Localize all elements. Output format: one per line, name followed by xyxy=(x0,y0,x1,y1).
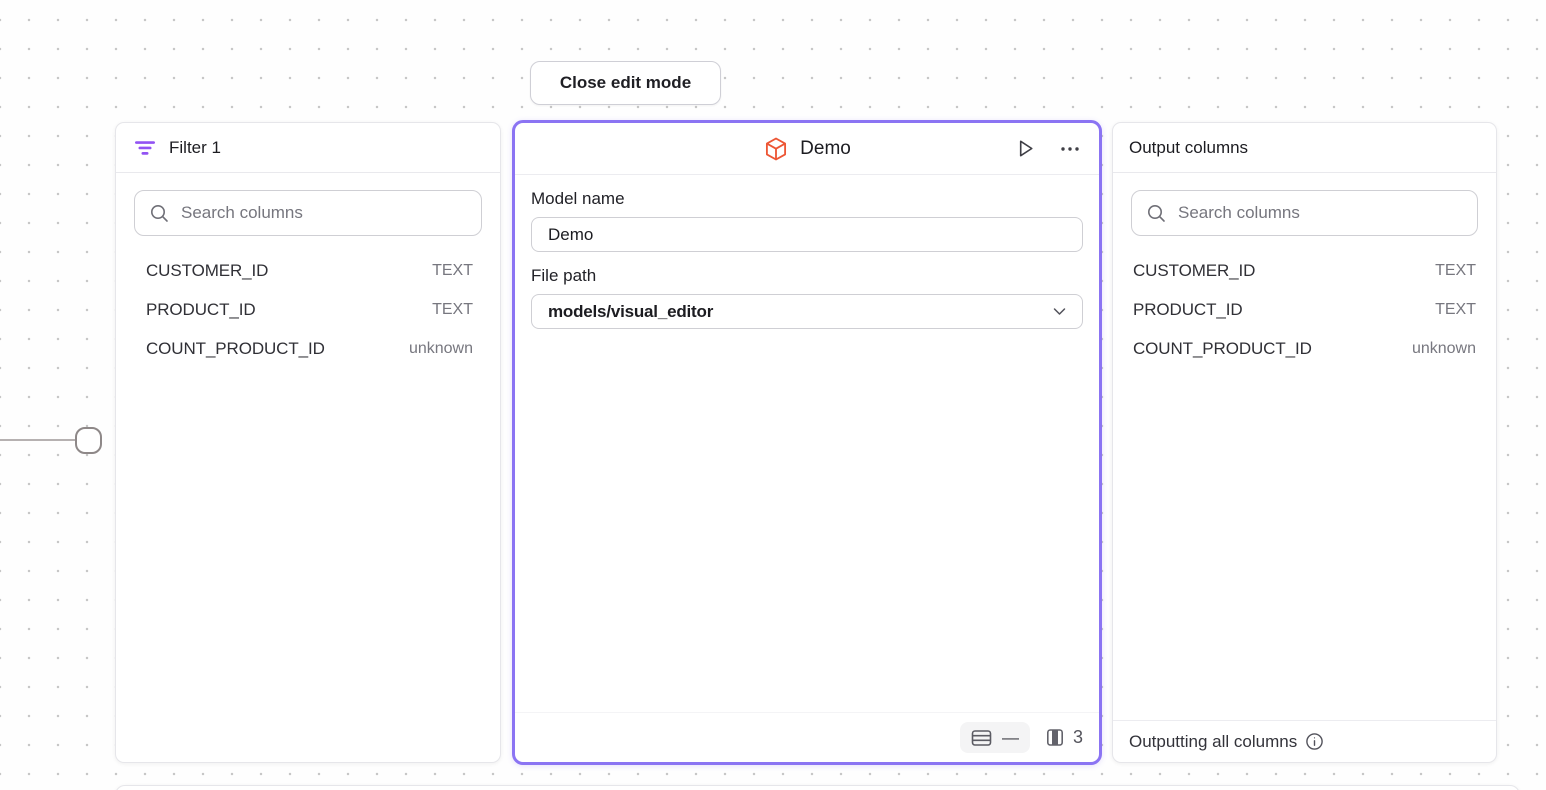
column-type: TEXT xyxy=(432,301,473,319)
model-panel-header: Demo xyxy=(515,123,1099,175)
edge-connector-handle[interactable] xyxy=(75,427,102,454)
info-icon[interactable] xyxy=(1305,732,1324,751)
column-type: unknown xyxy=(409,340,473,358)
filter-panel-header: Filter 1 xyxy=(116,123,500,173)
model-name-input[interactable] xyxy=(531,217,1083,252)
model-panel-title: Demo xyxy=(800,138,851,160)
file-path-select[interactable]: models/visual_editor xyxy=(531,294,1083,329)
output-footer: Outputting all columns xyxy=(1113,720,1496,762)
model-name-label: Model name xyxy=(531,189,1083,209)
filter-icon xyxy=(134,139,156,157)
model-cube-icon xyxy=(763,136,789,162)
row-count-value: — xyxy=(1002,728,1019,748)
filter-column-list: CUSTOMER_ID TEXT PRODUCT_ID TEXT COUNT_P… xyxy=(116,246,500,368)
column-type: TEXT xyxy=(1435,262,1476,280)
output-footer-text: Outputting all columns xyxy=(1129,732,1297,752)
columns-icon xyxy=(1046,728,1064,747)
filter-node-panel: Filter 1 CUSTOMER_ID TEXT PRODUCT_ID TEX… xyxy=(115,122,501,763)
output-column-list: CUSTOMER_ID TEXT PRODUCT_ID TEXT COUNT_P… xyxy=(1113,246,1496,368)
column-name: COUNT_PRODUCT_ID xyxy=(146,339,325,359)
output-panel-title: Output columns xyxy=(1129,138,1248,158)
column-row[interactable]: PRODUCT_ID TEXT xyxy=(146,290,473,329)
search-icon xyxy=(150,204,169,223)
column-type: TEXT xyxy=(1435,301,1476,319)
bottom-panel xyxy=(115,785,1520,790)
column-row[interactable]: CUSTOMER_ID TEXT xyxy=(1133,251,1476,290)
file-path-label: File path xyxy=(531,266,1083,286)
rows-icon xyxy=(971,729,992,747)
chevron-down-icon xyxy=(1053,307,1066,316)
column-name: PRODUCT_ID xyxy=(146,300,256,320)
filter-search-input[interactable] xyxy=(181,203,466,223)
output-search-input[interactable] xyxy=(1178,203,1462,223)
output-search-box[interactable] xyxy=(1131,190,1478,236)
output-panel-header: Output columns xyxy=(1113,123,1496,173)
file-path-value: models/visual_editor xyxy=(548,302,713,322)
column-row[interactable]: COUNT_PRODUCT_ID unknown xyxy=(146,329,473,368)
filter-panel-title: Filter 1 xyxy=(169,138,221,158)
edge-connector-line xyxy=(0,439,77,441)
column-count-stat[interactable]: 3 xyxy=(1046,727,1083,748)
more-options-button[interactable] xyxy=(1057,143,1083,155)
column-row[interactable]: COUNT_PRODUCT_ID unknown xyxy=(1133,329,1476,368)
search-icon xyxy=(1147,204,1166,223)
column-count-value: 3 xyxy=(1073,727,1083,748)
close-edit-mode-button[interactable]: Close edit mode xyxy=(530,61,721,105)
column-type: unknown xyxy=(1412,340,1476,358)
column-name: CUSTOMER_ID xyxy=(1133,261,1255,281)
row-count-stat[interactable]: — xyxy=(960,722,1030,753)
column-name: COUNT_PRODUCT_ID xyxy=(1133,339,1312,359)
column-type: TEXT xyxy=(432,262,473,280)
column-name: CUSTOMER_ID xyxy=(146,261,268,281)
filter-search-box[interactable] xyxy=(134,190,482,236)
model-node-panel: Demo Model name File path models/visual_… xyxy=(512,120,1102,765)
model-footer: — 3 xyxy=(515,712,1099,762)
run-model-button[interactable] xyxy=(1012,135,1039,162)
column-name: PRODUCT_ID xyxy=(1133,300,1243,320)
output-columns-panel: Output columns CUSTOMER_ID TEXT PRODUCT_… xyxy=(1112,122,1497,763)
column-row[interactable]: PRODUCT_ID TEXT xyxy=(1133,290,1476,329)
column-row[interactable]: CUSTOMER_ID TEXT xyxy=(146,251,473,290)
